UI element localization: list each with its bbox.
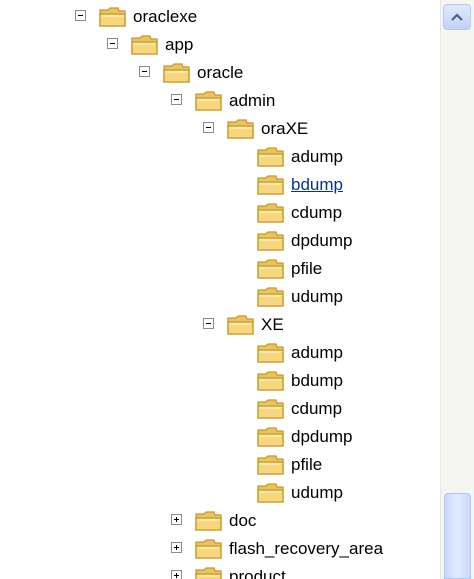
folder-icon xyxy=(256,453,286,477)
node-label: oraclexe xyxy=(133,7,198,26)
node-label: cdump xyxy=(291,203,343,222)
node-label: adump xyxy=(291,343,343,362)
folder-icon xyxy=(194,537,224,561)
node-label: pfile xyxy=(291,455,323,474)
node-label: dpdump xyxy=(291,231,353,250)
collapse-toggle[interactable] xyxy=(139,66,150,77)
node-label: flash_recovery_area xyxy=(229,539,384,558)
folder-icon xyxy=(194,565,224,579)
node-label: oracle xyxy=(197,63,244,82)
node-label: cdump xyxy=(291,399,343,418)
collapse-toggle[interactable] xyxy=(203,318,214,329)
expand-toggle[interactable] xyxy=(171,514,182,525)
folder-icon xyxy=(256,341,286,365)
folder-icon xyxy=(256,397,286,421)
node-label: XE xyxy=(261,315,284,334)
folder-icon xyxy=(162,61,192,85)
expand-toggle[interactable] xyxy=(171,570,182,579)
folder-icon xyxy=(256,425,286,449)
folder-icon xyxy=(256,173,286,197)
node-label: bdump xyxy=(291,175,343,194)
node-label: udump xyxy=(291,287,343,306)
folder-icon xyxy=(226,117,256,141)
node-label: product xyxy=(229,567,286,579)
node-label: oraXE xyxy=(261,119,309,138)
folder-tree: oraclexe app oracle admin oraXE adump bd… xyxy=(0,0,440,579)
arrow-up-icon xyxy=(451,13,463,21)
folder-icon xyxy=(256,201,286,225)
folder-icon xyxy=(226,313,256,337)
folder-icon xyxy=(130,33,160,57)
folder-icon xyxy=(98,5,128,29)
folder-icon xyxy=(256,481,286,505)
collapse-toggle[interactable] xyxy=(75,10,86,21)
node-label: bdump xyxy=(291,371,343,390)
node-label: pfile xyxy=(291,259,323,278)
folder-icon xyxy=(256,257,286,281)
folder-icon xyxy=(194,509,224,533)
node-label: adump xyxy=(291,147,343,166)
node-label: app xyxy=(165,35,194,54)
folder-icon xyxy=(256,285,286,309)
folder-icon xyxy=(256,229,286,253)
node-label: admin xyxy=(229,91,276,110)
node-label: doc xyxy=(229,511,257,530)
folder-icon xyxy=(194,89,224,113)
collapse-toggle[interactable] xyxy=(107,38,118,49)
scroll-up-button[interactable] xyxy=(443,4,471,30)
scroll-thumb[interactable] xyxy=(444,493,471,579)
collapse-toggle[interactable] xyxy=(203,122,214,133)
node-label: udump xyxy=(291,483,343,502)
folder-icon xyxy=(256,145,286,169)
vertical-scrollbar[interactable] xyxy=(440,0,474,579)
node-label: dpdump xyxy=(291,427,353,446)
collapse-toggle[interactable] xyxy=(171,94,182,105)
expand-toggle[interactable] xyxy=(171,542,182,553)
folder-icon xyxy=(256,369,286,393)
